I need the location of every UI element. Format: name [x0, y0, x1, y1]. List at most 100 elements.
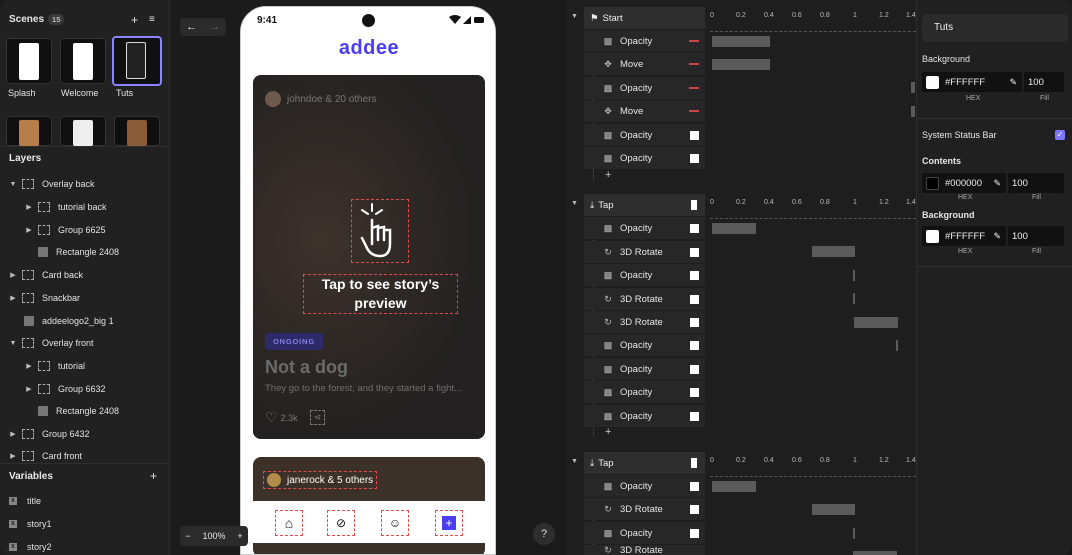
timeline-group-header[interactable]: ⤓ Tap [584, 452, 705, 474]
color-swatch[interactable] [690, 271, 699, 280]
animation-bar[interactable] [853, 293, 855, 304]
keyframe-marker[interactable] [689, 40, 699, 42]
color-swatch[interactable] [690, 412, 699, 421]
timeline-row[interactable]: ▩ Opacity [584, 30, 705, 52]
layer-row[interactable]: Rectangle 2408 [0, 400, 170, 422]
layer-row[interactable]: ▶ Group 6632 [0, 378, 170, 400]
timeline-row[interactable]: ▩ Opacity [584, 475, 705, 497]
home-tab[interactable]: ⌂ [275, 510, 303, 536]
color-swatch[interactable] [690, 318, 699, 327]
animation-bar[interactable] [911, 106, 915, 117]
timeline-row[interactable]: ▩ Opacity [584, 264, 705, 286]
timeline-row[interactable]: ▩ Opacity [584, 522, 705, 544]
timeline-row[interactable]: ▩ Opacity [584, 217, 705, 239]
background2-fill-field[interactable]: 100 [1008, 226, 1064, 246]
layer-row[interactable]: ▶ Card back [0, 264, 170, 286]
contents-fill-field[interactable]: 100 [1008, 173, 1064, 193]
layer-row[interactable]: Rectangle 2408 [0, 241, 170, 263]
animation-bar[interactable] [712, 36, 770, 47]
timeline-row[interactable]: ▩ Opacity [584, 405, 705, 427]
add-variable-icon[interactable]: + [150, 469, 157, 483]
scene-thumbnail[interactable] [114, 116, 160, 146]
color-swatch[interactable] [690, 529, 699, 538]
chevron-down-icon[interactable]: ▼ [8, 340, 18, 347]
color-swatch[interactable] [690, 365, 699, 374]
eyedropper-icon[interactable]: ✎ [1009, 77, 1017, 88]
background-hex-field[interactable]: #FFFFFF ✎ [922, 72, 1022, 92]
color-swatch[interactable] [690, 154, 699, 163]
add-animation-icon[interactable]: + [605, 426, 611, 438]
share-icon[interactable]: ⋖ [309, 410, 326, 425]
chevron-right-icon[interactable]: ▶ [8, 294, 18, 302]
animation-bar[interactable] [712, 481, 756, 492]
timeline-row[interactable]: ✥ Move [584, 53, 705, 75]
timeline-group-header[interactable]: ⚑ Start [584, 7, 705, 29]
color-swatch[interactable] [690, 388, 699, 397]
animation-bar[interactable] [854, 317, 898, 328]
animation-bar[interactable] [712, 223, 756, 234]
chevron-right-icon[interactable]: ▶ [8, 452, 18, 460]
layer-row[interactable]: ▼ Overlay front [0, 332, 170, 354]
animation-bar[interactable] [853, 551, 897, 555]
back-arrow-icon[interactable]: ← [180, 18, 203, 36]
variable-item[interactable]: x story1 [9, 519, 52, 529]
layer-row[interactable]: ▶ tutorial [0, 355, 170, 377]
variable-item[interactable]: x title [9, 496, 41, 506]
create-tab[interactable]: + [435, 510, 463, 536]
profile-tab[interactable]: ☺ [381, 510, 409, 536]
animation-bar[interactable] [712, 59, 770, 70]
timeline-row[interactable]: ▩ Opacity [584, 334, 705, 356]
chevron-right-icon[interactable]: ▶ [8, 430, 18, 438]
color-swatch[interactable] [690, 248, 699, 257]
color-swatch[interactable] [690, 131, 699, 140]
chevron-down-icon[interactable]: ▼ [8, 181, 18, 188]
zoom-out-icon[interactable]: − [180, 526, 196, 546]
animation-bar[interactable] [853, 270, 855, 281]
timeline-group-header[interactable]: ⤓ Tap [584, 194, 705, 216]
timeline-row[interactable]: ↻ 3D Rotate [584, 311, 705, 333]
layer-row[interactable]: ▼ Overlay back [0, 173, 170, 195]
phone-preview[interactable]: 9:41 addee johndoe & 20 others Tap to se… [240, 6, 496, 555]
animation-bar[interactable] [812, 504, 855, 515]
color-swatch[interactable] [690, 224, 699, 233]
chevron-right-icon[interactable]: ▶ [24, 203, 34, 211]
color-swatch[interactable] [690, 341, 699, 350]
help-button[interactable]: ? [533, 523, 555, 545]
scene-welcome[interactable] [60, 38, 106, 84]
chevron-down-icon[interactable]: ▼ [571, 458, 578, 465]
eyedropper-icon[interactable]: ✎ [993, 178, 1001, 189]
add-animation-icon[interactable]: + [605, 169, 611, 181]
chevron-down-icon[interactable]: ▼ [571, 200, 578, 207]
eyedropper-icon[interactable]: ✎ [993, 231, 1001, 242]
color-swatch[interactable] [690, 482, 699, 491]
background-fill-field[interactable]: 100 [1024, 72, 1064, 92]
color-swatch[interactable] [926, 229, 939, 243]
color-swatch[interactable] [926, 176, 939, 190]
layer-row[interactable]: ▶ tutorial back [0, 196, 170, 218]
variable-item[interactable]: x story2 [9, 542, 52, 552]
chevron-right-icon[interactable]: ▶ [24, 362, 34, 370]
color-swatch[interactable] [690, 295, 699, 304]
animation-bar[interactable] [896, 340, 898, 351]
chevron-right-icon[interactable]: ▶ [8, 271, 18, 279]
add-scene-icon[interactable]: + [131, 13, 138, 27]
animation-bar[interactable] [911, 82, 915, 93]
timeline-row[interactable]: ▩ Opacity [584, 77, 705, 99]
scene-splash[interactable] [6, 38, 52, 84]
zoom-level[interactable]: 100% [196, 526, 232, 546]
layer-row[interactable]: ▶ Group 6432 [0, 423, 170, 445]
heart-icon[interactable]: ♡ [265, 409, 278, 426]
timeline-row[interactable]: ↻ 3D Rotate [584, 545, 705, 555]
story-card[interactable]: johndoe & 20 others Tap to see story’s p… [253, 75, 485, 439]
timeline-row[interactable]: ▩ Opacity [584, 124, 705, 146]
keyframe-marker[interactable] [689, 87, 699, 89]
layer-row[interactable]: ▶ Snackbar [0, 287, 170, 309]
timeline-row[interactable]: ↻ 3D Rotate [584, 241, 705, 263]
contents-hex-field[interactable]: #000000 ✎ [922, 173, 1006, 193]
layer-row[interactable]: addeelogo2_big 1 [0, 310, 170, 332]
timeline-row[interactable]: ▩ Opacity [584, 381, 705, 403]
chevron-down-icon[interactable]: ▼ [571, 13, 578, 20]
scene-thumbnail[interactable] [60, 116, 106, 146]
keyframe-marker[interactable] [689, 63, 699, 65]
layer-row[interactable]: ▶ Group 6625 [0, 219, 170, 241]
